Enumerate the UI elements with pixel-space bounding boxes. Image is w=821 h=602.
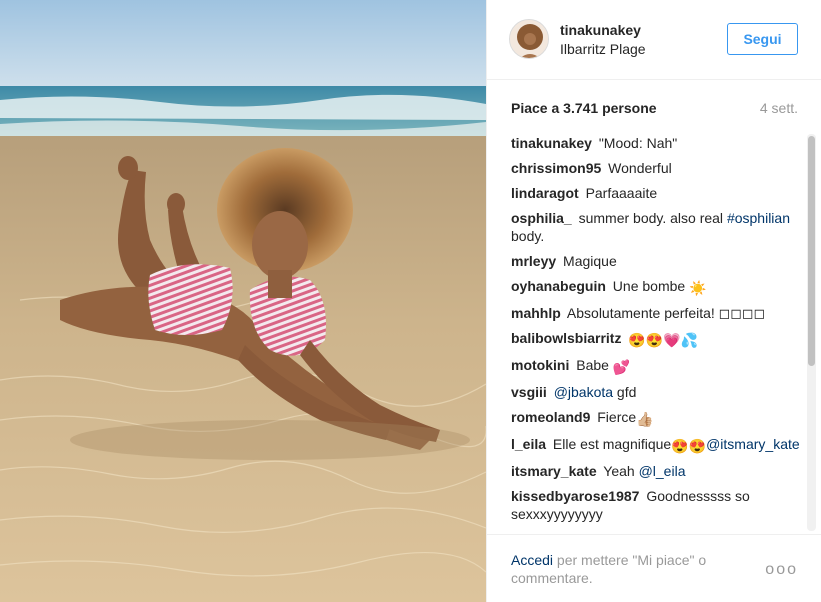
hearts-emoji-icon: 💕 (612, 359, 631, 375)
comment-mention[interactable]: @itsmary_kate (706, 436, 800, 452)
list-item: romeoland9 Fierce👍🏼 (511, 408, 801, 428)
login-link[interactable]: Accedi (511, 552, 553, 568)
comment-text-tail: body. (511, 228, 545, 244)
comment-username[interactable]: osphilia_ (511, 210, 572, 226)
list-item: mrleyy Magique (511, 252, 801, 270)
comment-text: Wonderful (608, 160, 672, 176)
comment-hashtag[interactable]: #osphilian (727, 210, 790, 226)
comment-username[interactable]: lindaragot (511, 185, 579, 201)
list-item: oyhanabeguin Une bombe ☀️ (511, 277, 801, 297)
comment-username[interactable]: motokini (511, 357, 569, 373)
comment-text: Une bombe (612, 278, 686, 294)
comment-username[interactable]: mrleyy (511, 253, 556, 269)
list-item: mahhlp Absolutamente perfeita! ◻◻◻◻ (511, 304, 801, 322)
list-item: l_eila Elle est magnifique😍😍@itsmary_kat… (511, 435, 801, 455)
list-item: motokini Babe 💕 (511, 356, 801, 376)
comment-text: Fierce (597, 409, 637, 425)
comment-username[interactable]: balibowlsbiarritz (511, 330, 621, 346)
avatar-image (510, 20, 548, 58)
comment-username[interactable]: l_eila (511, 436, 546, 452)
list-item: balibowlsbiarritz 😍😍💗💦 (511, 329, 801, 349)
heart-eyes-emoji-icon: 😍😍💗💦 (628, 332, 699, 348)
list-item: osphilia_ summer body. also real #osphil… (511, 209, 801, 245)
comment-username[interactable]: kissedbyarose1987 (511, 488, 639, 504)
post-details-panel: tinakunakey Ilbarritz Plage Segui Piace … (486, 0, 821, 602)
likes-row: Piace a 3.741 persone 4 sett. (487, 80, 821, 130)
comment-text: Babe (576, 357, 609, 373)
comment-username[interactable]: tinakunakey (511, 135, 592, 151)
comment-username[interactable]: oyhanabeguin (511, 278, 606, 294)
comment-mention[interactable]: @jbakota (554, 384, 613, 400)
comment-text: Parfaaaaite (585, 185, 658, 201)
comment-text: Elle est magnifique (552, 436, 672, 452)
comment-text: Magique (563, 253, 617, 269)
comment-username[interactable]: itsmary_kate (511, 463, 597, 479)
list-item: chrissimon95 Wonderful (511, 159, 801, 177)
list-item: tinakunakey "Mood: Nah" (511, 134, 801, 152)
comments-scrollbar[interactable] (807, 134, 816, 531)
comment-text-tail: gfd (613, 384, 637, 400)
post-header: tinakunakey Ilbarritz Plage Segui (487, 0, 821, 80)
comment-mention[interactable]: @l_eila (639, 463, 686, 479)
comment-text: summer body. also real (578, 210, 724, 226)
comment-username[interactable]: mahhlp (511, 305, 561, 321)
list-item: vsgiii @jbakota gfd (511, 383, 801, 401)
avatar[interactable] (509, 19, 549, 59)
beach-photo-illustration (0, 0, 486, 602)
list-item: lindaragot Parfaaaaite (511, 184, 801, 202)
more-options-icon[interactable]: ooo (765, 561, 798, 579)
post-footer: Accedi per mettere "Mi piace" o commenta… (487, 534, 821, 602)
post-username[interactable]: tinakunakey (560, 22, 641, 38)
list-item: itsmary_kate Yeah @l_eila (511, 462, 801, 480)
post-photo[interactable] (0, 0, 486, 602)
login-prompt: Accedi per mettere "Mi piace" o commenta… (511, 551, 751, 587)
comment-text: Yeah (603, 463, 635, 479)
comment-username[interactable]: vsgiii (511, 384, 547, 400)
scrollbar-thumb[interactable] (808, 136, 815, 366)
comment-username[interactable]: chrissimon95 (511, 160, 601, 176)
follow-button[interactable]: Segui (727, 23, 798, 55)
comment-username[interactable]: romeoland9 (511, 409, 590, 425)
comment-text: Absolutamente perfeita! ◻◻◻◻ (566, 305, 766, 321)
comments-list: tinakunakey "Mood: Nah" chrissimon95 Won… (511, 134, 801, 531)
sun-emoji-icon: ☀️ (689, 280, 707, 296)
post-location[interactable]: Ilbarritz Plage (560, 41, 646, 57)
list-item: kissedbyarose1987 Goodnesssss so sexxxyy… (511, 487, 801, 523)
thumbs-up-emoji-icon: 👍🏼 (636, 411, 654, 427)
likes-count[interactable]: Piace a 3.741 persone (511, 100, 657, 116)
comment-text: "Mood: Nah" (598, 135, 678, 151)
heart-eyes-emoji-icon: 😍😍 (671, 438, 707, 454)
post-timestamp[interactable]: 4 sett. (760, 100, 798, 116)
